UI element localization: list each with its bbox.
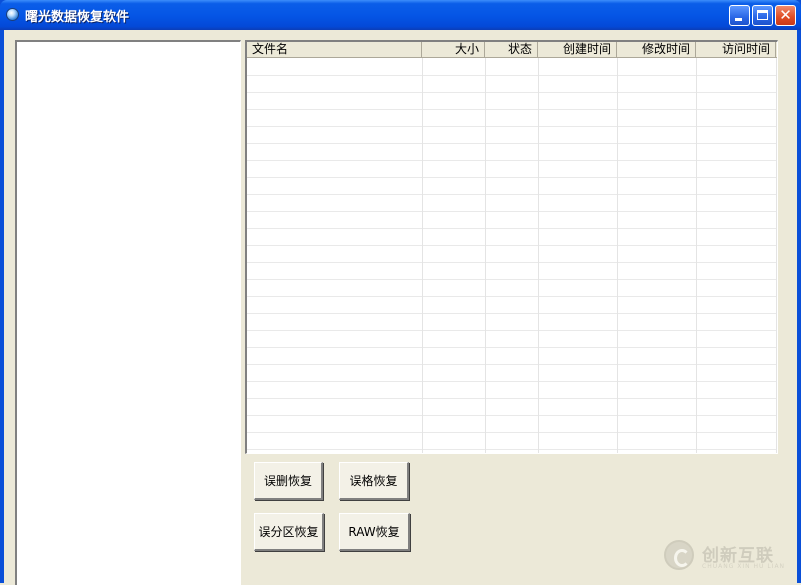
grid-row-line [247,92,777,93]
list-header: 文件名 大小 状态 创建时间 修改时间 访问时间 [247,42,777,58]
watermark-subtext: CHUANG XIN HU LIAN [702,563,786,570]
partition-recovery-button[interactable]: 误分区恢复 [254,513,324,551]
grid-row-line [247,432,777,433]
grid-row-line [247,228,777,229]
grid-column-line [776,58,777,453]
grid-row-line [247,330,777,331]
app-window: 曙光数据恢复软件 ✕ 文件名 大小 状态 创建时间 修改时间 访问时间 误删恢复… [0,0,801,585]
maximize-icon [757,10,768,20]
client-area: 文件名 大小 状态 创建时间 修改时间 访问时间 误删恢复 误格恢复 误分区恢复… [4,30,797,585]
column-header-modified[interactable]: 修改时间 [617,42,696,57]
grid-column-line [617,58,618,453]
grid-row-line [247,364,777,365]
drive-tree-panel[interactable] [15,40,241,585]
minimize-button[interactable] [729,5,750,26]
app-globe-icon [6,8,19,21]
grid-row-line [247,177,777,178]
grid-column-line [696,58,697,453]
grid-row-line [247,279,777,280]
column-header-created[interactable]: 创建时间 [538,42,617,57]
window-title: 曙光数据恢复软件 [25,10,130,25]
grid-column-line [538,58,539,453]
format-recovery-button[interactable]: 误格恢复 [339,462,409,500]
grid-row-line [247,296,777,297]
grid-row-line [247,160,777,161]
deleted-recovery-button[interactable]: 误删恢复 [254,462,323,500]
grid-row-line [247,143,777,144]
grid-row-line [247,449,777,450]
minimize-icon [735,18,742,21]
grid-row-line [247,109,777,110]
grid-row-line [247,262,777,263]
grid-row-line [247,126,777,127]
file-list-view[interactable]: 文件名 大小 状态 创建时间 修改时间 访问时间 [245,40,778,454]
column-header-status[interactable]: 状态 [485,42,538,57]
column-header-accessed[interactable]: 访问时间 [696,42,776,57]
grid-row-line [247,347,777,348]
grid-column-line [485,58,486,453]
column-header-size[interactable]: 大小 [422,42,485,57]
grid-row-line [247,415,777,416]
raw-recovery-button[interactable]: RAW恢复 [339,513,410,551]
grid-row-line [247,211,777,212]
grid-row-line [247,245,777,246]
grid-row-line [247,75,777,76]
grid-row-line [247,194,777,195]
watermark-icon [664,540,694,570]
close-button[interactable]: ✕ [775,5,796,26]
grid-column-line [422,58,423,453]
column-header-filename[interactable]: 文件名 [247,42,422,57]
list-grid [247,58,777,453]
close-icon: ✕ [779,6,792,24]
grid-row-line [247,398,777,399]
watermark-logo: 创新互联 CHUANG XIN HU LIAN [664,537,794,573]
grid-row-line [247,381,777,382]
title-bar[interactable]: 曙光数据恢复软件 ✕ [0,0,801,30]
grid-row-line [247,313,777,314]
maximize-button[interactable] [752,5,773,26]
